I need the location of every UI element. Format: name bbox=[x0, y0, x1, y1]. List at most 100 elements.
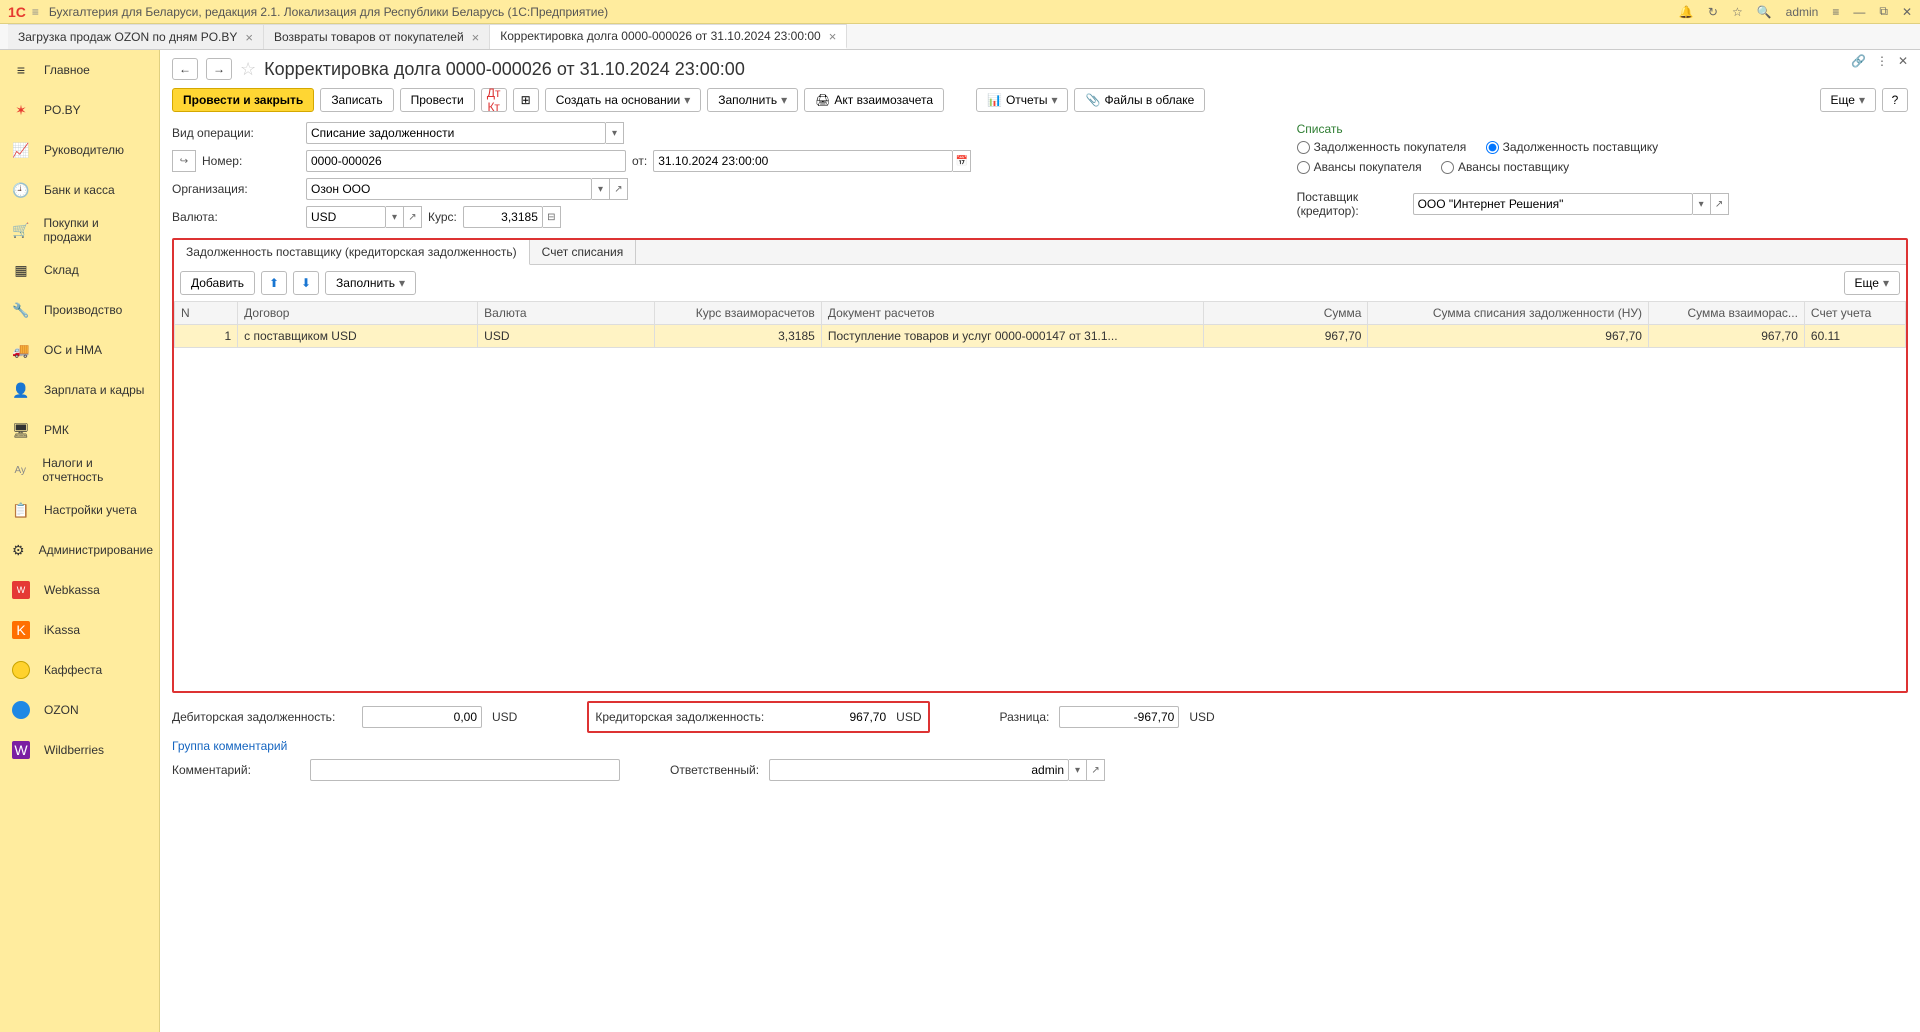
cell-sum-vz[interactable]: 967,70 bbox=[1648, 325, 1804, 348]
move-up-button[interactable]: ⬆ bbox=[261, 271, 287, 295]
structure-button[interactable]: ⊞ bbox=[513, 88, 539, 112]
close-icon[interactable]: × bbox=[829, 29, 837, 44]
history-icon[interactable]: ↻ bbox=[1708, 5, 1718, 19]
search-icon[interactable]: 🔍 bbox=[1757, 5, 1772, 19]
col-n[interactable]: N bbox=[175, 302, 238, 325]
create-based-button[interactable]: Создать на основании bbox=[545, 88, 702, 112]
back-button[interactable]: ← bbox=[172, 58, 198, 80]
col-sum[interactable]: Сумма bbox=[1204, 302, 1368, 325]
reports-button[interactable]: 📊Отчеты bbox=[976, 88, 1068, 112]
tab-ozon-load[interactable]: Загрузка продаж OZON по дням PO.BY × bbox=[8, 24, 264, 49]
grid-more-button[interactable]: Еще bbox=[1844, 271, 1900, 295]
cell-doc[interactable]: Поступление товаров и услуг 0000-000147 … bbox=[821, 325, 1203, 348]
debt-table[interactable]: N Договор Валюта Курс взаиморасчетов Док… bbox=[174, 301, 1906, 348]
diff-value[interactable] bbox=[1059, 706, 1179, 728]
sidebar-item-poby[interactable]: ✶PO.BY bbox=[0, 90, 159, 130]
sidebar-item-assets[interactable]: 🚚ОС и НМА bbox=[0, 330, 159, 370]
dropdown-icon[interactable]: ▾ bbox=[606, 122, 624, 144]
dropdown-icon[interactable]: ▾ bbox=[592, 178, 610, 200]
number-input[interactable] bbox=[306, 150, 626, 172]
debit-value[interactable] bbox=[362, 706, 482, 728]
help-button[interactable]: ? bbox=[1882, 88, 1908, 112]
col-sum-nu[interactable]: Сумма списания задолженности (НУ) bbox=[1368, 302, 1649, 325]
cell-contract[interactable]: с поставщиком USD bbox=[238, 325, 478, 348]
table-row[interactable]: 1 с поставщиком USD USD 3,3185 Поступлен… bbox=[175, 325, 1906, 348]
forward-button[interactable]: → bbox=[206, 58, 232, 80]
currency-select[interactable] bbox=[306, 206, 386, 228]
col-doc[interactable]: Документ расчетов bbox=[821, 302, 1203, 325]
fill-button[interactable]: Заполнить bbox=[707, 88, 798, 112]
responsible-select[interactable] bbox=[769, 759, 1069, 781]
close-doc-icon[interactable]: ✕ bbox=[1898, 54, 1908, 68]
radio-debt-buyer[interactable]: Задолженность покупателя bbox=[1297, 140, 1467, 154]
col-account[interactable]: Счет учета bbox=[1804, 302, 1905, 325]
settings-icon[interactable]: ≡ bbox=[1832, 5, 1839, 19]
move-down-button[interactable]: ⬇ bbox=[293, 271, 319, 295]
sidebar-item-kaffesta[interactable]: Каффеста bbox=[0, 650, 159, 690]
sidebar-item-sales[interactable]: 🛒Покупки и продажи bbox=[0, 210, 159, 250]
sidebar-item-webkassa[interactable]: WWebkassa bbox=[0, 570, 159, 610]
org-select[interactable] bbox=[306, 178, 592, 200]
hamburger-icon[interactable]: ≡ bbox=[32, 5, 39, 19]
sidebar-item-rmk[interactable]: 🖥РМК bbox=[0, 410, 159, 450]
close-icon[interactable]: ✕ bbox=[1902, 5, 1912, 19]
sidebar-item-bank[interactable]: 🕘Банк и касса bbox=[0, 170, 159, 210]
group-comment-link[interactable]: Группа комментарий bbox=[172, 739, 287, 753]
rate-input[interactable] bbox=[463, 206, 543, 228]
close-icon[interactable]: × bbox=[472, 30, 480, 45]
user-name[interactable]: admin bbox=[1786, 5, 1819, 19]
radio-debt-supplier[interactable]: Задолженность поставщику bbox=[1486, 140, 1659, 154]
supplier-select[interactable] bbox=[1413, 193, 1693, 215]
sidebar-item-wildberries[interactable]: WWildberries bbox=[0, 730, 159, 770]
sidebar-item-admin[interactable]: ⚙Администрирование bbox=[0, 530, 159, 570]
comment-input[interactable] bbox=[310, 759, 620, 781]
act-button[interactable]: 🖨Акт взаимозачета bbox=[804, 88, 944, 112]
tab-debt-correction[interactable]: Корректировка долга 0000-000026 от 31.10… bbox=[490, 24, 847, 49]
open-icon[interactable]: ↗ bbox=[404, 206, 422, 228]
add-row-button[interactable]: Добавить bbox=[180, 271, 255, 295]
link-icon[interactable]: 🔗 bbox=[1851, 54, 1866, 68]
restore-icon[interactable]: ⧉ bbox=[1879, 4, 1888, 19]
open-icon[interactable]: ↗ bbox=[1087, 759, 1105, 781]
minimize-icon[interactable]: — bbox=[1853, 5, 1865, 19]
sidebar-item-production[interactable]: 🔧Производство bbox=[0, 290, 159, 330]
sidebar-item-warehouse[interactable]: ▦Склад bbox=[0, 250, 159, 290]
dtkt-button[interactable]: ДтКт bbox=[481, 88, 507, 112]
calc-icon[interactable]: ⊟ bbox=[543, 206, 561, 228]
bell-icon[interactable]: 🔔 bbox=[1679, 5, 1694, 19]
favorite-star-icon[interactable]: ☆ bbox=[240, 59, 256, 80]
sidebar-item-manager[interactable]: 📈Руководителю bbox=[0, 130, 159, 170]
col-rate[interactable]: Курс взаиморасчетов bbox=[655, 302, 822, 325]
grid-fill-button[interactable]: Заполнить bbox=[325, 271, 416, 295]
more-button[interactable]: Еще bbox=[1820, 88, 1876, 112]
cell-sum-nu[interactable]: 967,70 bbox=[1368, 325, 1649, 348]
more-menu-icon[interactable]: ⋮ bbox=[1876, 54, 1888, 68]
open-icon[interactable]: ↗ bbox=[1711, 193, 1729, 215]
star-icon[interactable]: ☆ bbox=[1732, 5, 1743, 19]
operation-select[interactable] bbox=[306, 122, 606, 144]
cloud-files-button[interactable]: 📎Файлы в облаке bbox=[1074, 88, 1205, 112]
close-icon[interactable]: × bbox=[245, 30, 253, 45]
dropdown-icon[interactable]: ▾ bbox=[1069, 759, 1087, 781]
sidebar-item-hr[interactable]: 👤Зарплата и кадры bbox=[0, 370, 159, 410]
tab-writeoff-account[interactable]: Счет списания bbox=[530, 240, 637, 264]
radio-advance-buyer[interactable]: Авансы покупателя bbox=[1297, 160, 1422, 174]
post-button[interactable]: Провести bbox=[400, 88, 475, 112]
col-contract[interactable]: Договор bbox=[238, 302, 478, 325]
sidebar-item-settings[interactable]: 📋Настройки учета bbox=[0, 490, 159, 530]
col-currency[interactable]: Валюта bbox=[478, 302, 655, 325]
cell-account[interactable]: 60.11 bbox=[1804, 325, 1905, 348]
calendar-icon[interactable]: 📅 bbox=[953, 150, 971, 172]
dropdown-icon[interactable]: ▾ bbox=[1693, 193, 1711, 215]
date-input[interactable] bbox=[653, 150, 953, 172]
sidebar-item-ikassa[interactable]: KiKassa bbox=[0, 610, 159, 650]
sidebar-item-ozon[interactable]: OZON bbox=[0, 690, 159, 730]
goto-icon[interactable]: ↪ bbox=[172, 150, 196, 172]
post-and-close-button[interactable]: Провести и закрыть bbox=[172, 88, 314, 112]
cell-sum[interactable]: 967,70 bbox=[1204, 325, 1368, 348]
cell-rate[interactable]: 3,3185 bbox=[655, 325, 822, 348]
credit-value[interactable] bbox=[770, 706, 890, 728]
sidebar-item-taxes[interactable]: AyНалоги и отчетность bbox=[0, 450, 159, 490]
dropdown-icon[interactable]: ▾ bbox=[386, 206, 404, 228]
radio-advance-supplier[interactable]: Авансы поставщику bbox=[1441, 160, 1569, 174]
